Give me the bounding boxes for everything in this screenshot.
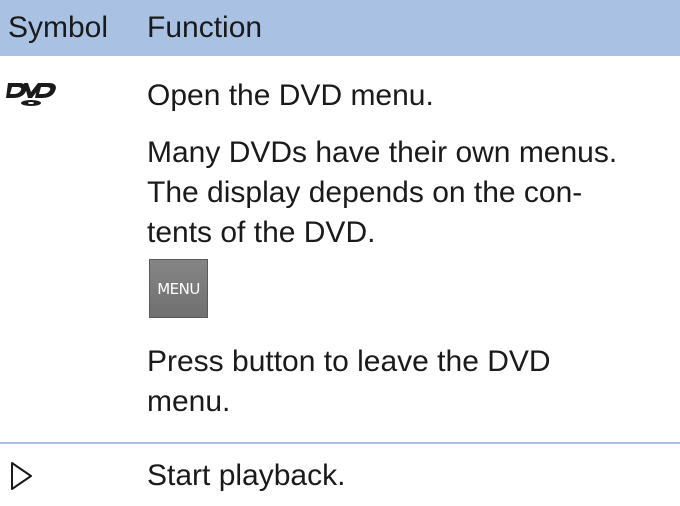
header-function: Function bbox=[147, 11, 263, 44]
menu-button-label: MENU bbox=[157, 279, 200, 298]
line: Open the DVD menu. bbox=[147, 79, 434, 112]
function-text: Open the DVD menu. bbox=[147, 76, 667, 116]
row-divider bbox=[0, 442, 680, 444]
menu-button-icon: MENU bbox=[149, 259, 208, 318]
line: menu. bbox=[147, 385, 231, 418]
table-header: Symbol Function bbox=[0, 0, 680, 56]
function-text: Start playback. bbox=[147, 456, 667, 496]
function-description: Many DVDs have their own menus. The disp… bbox=[147, 133, 667, 253]
dvd-logo-icon bbox=[6, 80, 56, 113]
line: Many DVDs have their own menus. bbox=[147, 136, 618, 169]
play-triangle-icon bbox=[10, 461, 34, 496]
line: Start playback. bbox=[147, 459, 346, 492]
function-description: Press button to leave the DVD menu. bbox=[147, 342, 667, 422]
header-symbol: Symbol bbox=[8, 11, 109, 44]
line: tents of the DVD. bbox=[147, 216, 376, 249]
line: Press button to leave the DVD bbox=[147, 345, 551, 378]
line: The display depends on the con- bbox=[147, 176, 583, 209]
